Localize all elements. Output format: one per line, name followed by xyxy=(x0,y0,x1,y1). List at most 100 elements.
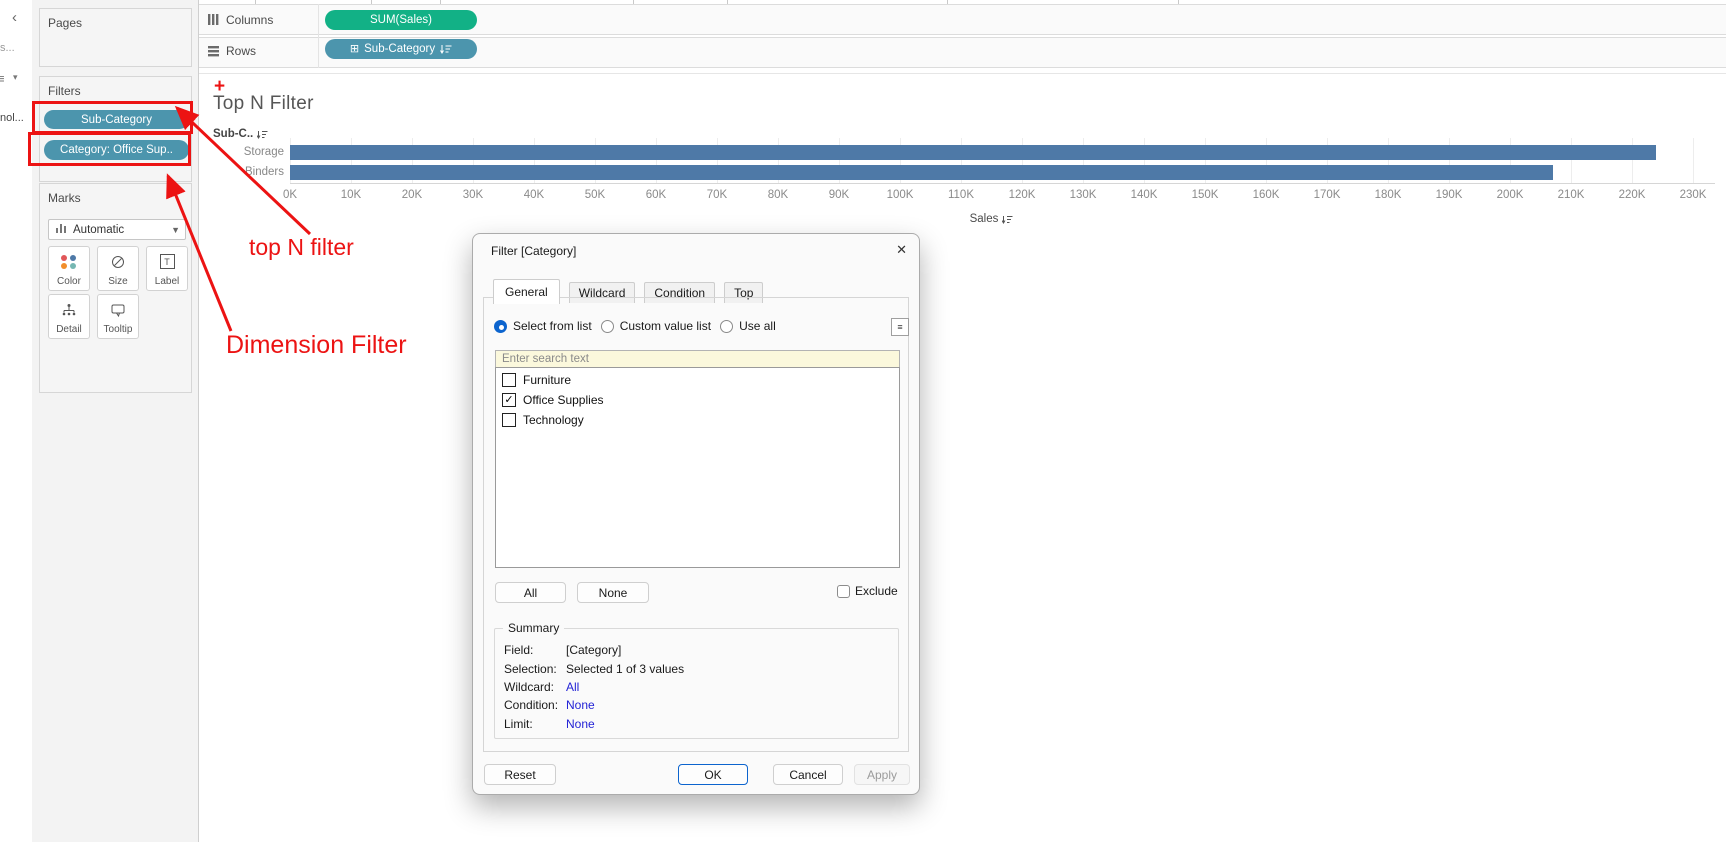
annotation-plus-mark: + xyxy=(214,76,226,97)
row-label-binders[interactable]: Binders xyxy=(200,166,284,178)
list-item-furniture[interactable]: Furniture xyxy=(502,371,899,388)
list-icon: ≡ xyxy=(0,71,5,86)
bar-storage[interactable] xyxy=(290,145,1657,160)
x-tick-label: 170K xyxy=(1313,189,1341,201)
sort-descending-icon[interactable] xyxy=(440,44,452,54)
search-input[interactable] xyxy=(495,350,900,368)
summary-row-wildcard: Wildcard: All xyxy=(504,680,580,694)
summary-heading: Summary xyxy=(503,621,565,635)
columns-pill-sum-sales[interactable]: SUM(Sales) xyxy=(325,10,477,30)
all-button[interactable]: All xyxy=(495,582,566,603)
data-pane-clipped: ‹ s... ≡ ▾ nol... xyxy=(0,0,33,842)
collapse-pane-chevron-icon[interactable]: ‹ xyxy=(12,9,17,26)
summary-row-field: Field: [Category] xyxy=(504,643,622,657)
radio-use-all[interactable]: Use all xyxy=(720,319,776,333)
radio-icon xyxy=(720,319,734,333)
x-tick-label: 90K xyxy=(828,189,850,201)
x-tick-label: 160K xyxy=(1252,189,1280,201)
size-button[interactable]: Size xyxy=(97,246,139,291)
wildcard-link[interactable]: All xyxy=(566,680,579,694)
sheet-title: Top N Filter xyxy=(213,93,314,114)
apply-button[interactable]: Apply xyxy=(854,764,910,785)
dialog-title: Filter [Category] xyxy=(491,244,577,258)
x-axis-title-text[interactable]: Sales xyxy=(970,213,999,225)
filters-label: Filters xyxy=(48,84,81,98)
tooltip-button[interactable]: Tooltip xyxy=(97,294,139,339)
x-tick-label: 230K xyxy=(1679,189,1707,201)
clipped-text: s... xyxy=(0,42,15,54)
x-tick-label: 30K xyxy=(462,189,484,201)
checkbox-icon xyxy=(837,584,850,598)
rows-pill-sub-category[interactable]: ⊞ Sub-Category xyxy=(325,39,477,59)
list-item-technology[interactable]: Technology xyxy=(502,411,899,428)
text-label-icon: T xyxy=(159,247,175,276)
x-tick-label: 210K xyxy=(1557,189,1585,201)
filter-pill-sub-category[interactable]: Sub-Category xyxy=(44,110,189,129)
x-tick-label: 130K xyxy=(1069,189,1097,201)
expand-hierarchy-icon[interactable]: ⊞ xyxy=(350,43,359,55)
mark-type-dropdown[interactable]: Automatic ▼ xyxy=(48,219,186,240)
exclude-checkbox[interactable]: Exclude xyxy=(837,584,898,598)
none-button[interactable]: None xyxy=(577,582,649,603)
summary-row-selection: Selection: Selected 1 of 3 values xyxy=(504,662,685,676)
list-view-options-button[interactable]: ≡ xyxy=(891,318,909,336)
row-field-header[interactable]: Sub-C.. xyxy=(213,128,268,140)
tableau-window: ‹ s... ≡ ▾ nol... Pages Filters Sub-Cate… xyxy=(0,0,1726,842)
color-dots-icon xyxy=(61,247,77,276)
x-tick-label: 110K xyxy=(947,189,974,201)
marks-card: Marks Automatic ▼ Color Size T Label Det… xyxy=(39,183,192,393)
label-button[interactable]: T Label xyxy=(146,246,188,291)
x-tick-label: 10K xyxy=(340,189,362,201)
x-tick-label: 220K xyxy=(1618,189,1646,201)
checkbox-icon[interactable] xyxy=(502,372,516,387)
chevron-down-icon[interactable]: ▾ xyxy=(13,72,18,83)
checkbox-icon[interactable] xyxy=(502,412,516,427)
row-label-storage[interactable]: Storage xyxy=(200,146,284,158)
bar-binders[interactable] xyxy=(290,165,1553,180)
worksheet-top-border xyxy=(199,73,1726,74)
x-tick-label: 50K xyxy=(584,189,606,201)
filter-category-dialog: Filter [Category] ✕ General Wildcard Con… xyxy=(472,233,920,795)
columns-icon xyxy=(207,13,219,31)
x-tick-label: 0K xyxy=(282,189,298,201)
reset-button[interactable]: Reset xyxy=(484,764,556,785)
x-tick-label: 140K xyxy=(1130,189,1158,201)
x-tick-label: 70K xyxy=(706,189,728,201)
radio-select-from-list[interactable]: Select from list xyxy=(494,319,592,333)
tooltip-bubble-icon xyxy=(110,295,126,324)
rows-icon xyxy=(207,44,220,62)
value-listbox[interactable]: Furniture ✓ Office Supplies Technology xyxy=(495,367,900,568)
rows-label: Rows xyxy=(226,44,257,58)
ok-button[interactable]: OK xyxy=(678,764,748,785)
list-item-office-supplies[interactable]: ✓ Office Supplies xyxy=(502,391,899,408)
detail-button[interactable]: Detail xyxy=(48,294,90,339)
x-tick-label: 100K xyxy=(886,189,914,201)
x-tick-label: 40K xyxy=(523,189,545,201)
sort-icon[interactable] xyxy=(257,130,268,139)
x-tick-label: 190K xyxy=(1435,189,1463,201)
radio-custom-value-list[interactable]: Custom value list xyxy=(600,319,711,333)
filter-pill-category[interactable]: Category: Office Sup.. xyxy=(44,140,189,160)
x-tick-label: 80K xyxy=(767,189,789,201)
chevron-down-icon[interactable]: ▼ xyxy=(171,225,180,235)
close-icon[interactable]: ✕ xyxy=(896,242,907,258)
sort-icon[interactable] xyxy=(1002,215,1013,224)
condition-link[interactable]: None xyxy=(566,698,595,712)
radio-icon xyxy=(600,319,614,333)
cancel-button[interactable]: Cancel xyxy=(773,764,843,785)
tab-general[interactable]: General xyxy=(493,279,560,304)
clipped-text: nol... xyxy=(0,112,24,124)
size-icon xyxy=(110,247,126,276)
annotation-top-n-filter: top N filter xyxy=(249,234,354,260)
x-tick-label: 120K xyxy=(1008,189,1036,201)
summary-row-condition: Condition: None xyxy=(504,698,595,712)
summary-row-limit: Limit: None xyxy=(504,717,595,731)
checkbox-icon[interactable]: ✓ xyxy=(502,392,516,407)
x-tick-label: 60K xyxy=(645,189,667,201)
columns-label: Columns xyxy=(226,13,274,27)
filters-shelf: Filters Sub-Category Category: Office Su… xyxy=(39,76,192,182)
limit-link[interactable]: None xyxy=(566,717,595,731)
marks-label: Marks xyxy=(48,191,81,205)
x-tick-label: 180K xyxy=(1374,189,1402,201)
color-button[interactable]: Color xyxy=(48,246,90,291)
